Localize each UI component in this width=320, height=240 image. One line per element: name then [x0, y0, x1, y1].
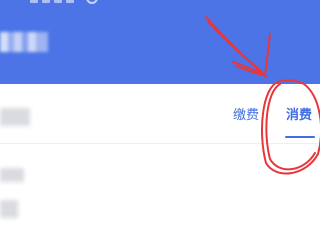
app-screen: 缴费 消费	[0, 0, 320, 240]
tab-payment[interactable]: 缴费	[233, 108, 259, 124]
app-header	[0, 0, 320, 84]
header-title-blurred	[0, 32, 48, 52]
tab-consumption[interactable]: 消费	[286, 108, 312, 124]
status-bar	[0, 0, 320, 8]
tab-active-indicator	[285, 136, 315, 138]
tab-bar: 缴费 消费	[0, 84, 320, 144]
blurred-content-2	[0, 168, 24, 182]
status-icons	[30, 0, 100, 6]
blurred-content-1	[0, 108, 30, 126]
blurred-content-3	[0, 200, 18, 218]
